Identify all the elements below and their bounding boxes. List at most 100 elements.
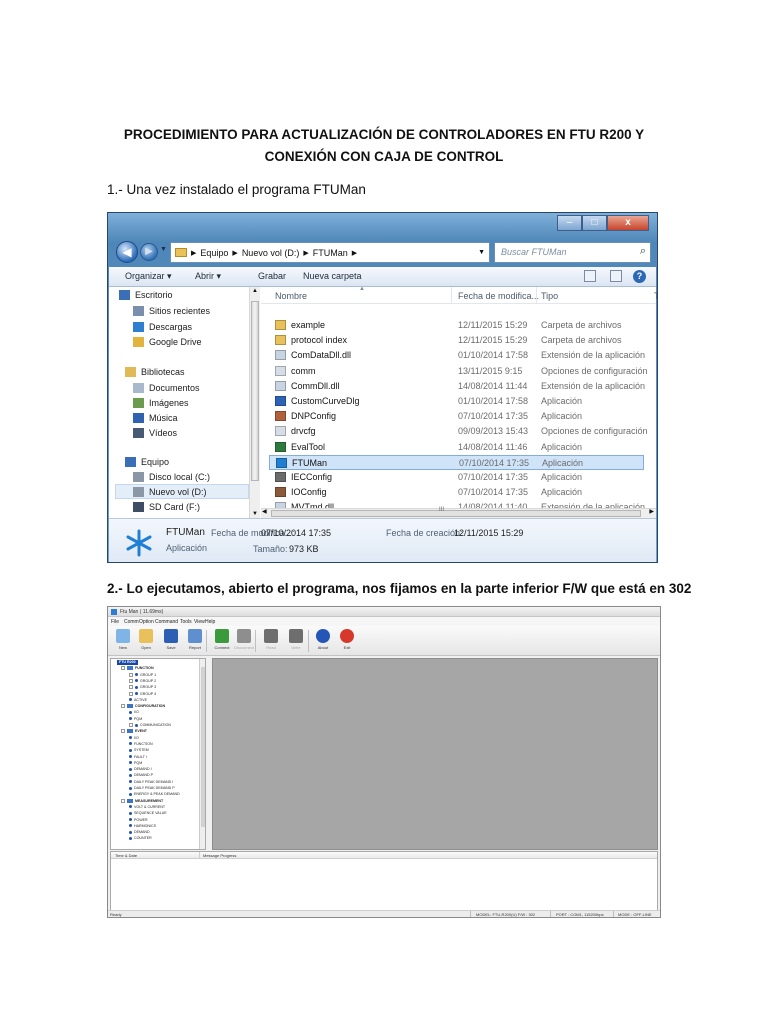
- tree-node[interactable]: MEASUREMENT: [121, 799, 163, 804]
- column-divider[interactable]: [199, 852, 200, 859]
- column-type[interactable]: Tipo: [541, 291, 558, 301]
- history-dropdown-icon[interactable]: ▼: [160, 246, 167, 253]
- menu-help[interactable]: Help: [205, 619, 215, 625]
- tree-node[interactable]: HARMONICS: [129, 824, 156, 829]
- column-divider[interactable]: [536, 287, 537, 304]
- file-row[interactable]: drvcfg 09/09/2013 15:43 Opciones de config…: [269, 424, 648, 439]
- nav-scrollbar[interactable]: ▲ ▼: [249, 287, 260, 518]
- disconnect-button[interactable]: Disconnect: [233, 629, 255, 650]
- nav-item-computer[interactable]: Equipo: [125, 457, 169, 467]
- forward-button[interactable]: ▶: [140, 243, 158, 261]
- connect-button[interactable]: Connect: [211, 629, 233, 650]
- column-size[interactable]: Ta: [654, 291, 657, 301]
- expand-icon[interactable]: [129, 691, 133, 696]
- menu-view[interactable]: View: [194, 619, 205, 625]
- tree-node[interactable]: DEMAND P: [129, 773, 153, 778]
- maximize-button[interactable]: □: [582, 215, 607, 231]
- expand-icon[interactable]: [129, 678, 133, 683]
- menu-command[interactable]: Command: [155, 619, 178, 625]
- exit-button[interactable]: Exit: [336, 629, 358, 650]
- expand-icon[interactable]: [129, 723, 133, 728]
- minimize-button[interactable]: –: [557, 215, 582, 231]
- nav-item-libraries[interactable]: Bibliotecas: [125, 367, 185, 377]
- scroll-left-icon[interactable]: ◀: [262, 508, 267, 515]
- file-row[interactable]: IECConfig 07/10/2014 17:35 Aplicación: [269, 470, 644, 485]
- expand-icon[interactable]: [129, 685, 133, 690]
- tree-node[interactable]: GROUP 3: [129, 685, 156, 690]
- file-row[interactable]: CommDll.dll 14/08/2014 11:44 Extensión de …: [269, 379, 645, 394]
- scroll-thumb[interactable]: [201, 667, 205, 827]
- new-folder-button[interactable]: Nueva carpeta: [303, 271, 362, 281]
- file-row[interactable]: CustomCurveDlg 01/10/2014 17:58 Aplicación: [269, 394, 644, 409]
- open-button[interactable]: Abrir ▾: [195, 271, 221, 282]
- column-name[interactable]: Nombre: [275, 291, 307, 301]
- save-button[interactable]: Save: [160, 629, 182, 650]
- tree-node[interactable]: CONFIGURATION: [121, 704, 165, 709]
- file-row[interactable]: FTUMan 07/10/2014 17:35 Aplicación: [269, 454, 644, 470]
- preview-pane-icon[interactable]: [610, 270, 622, 282]
- view-options-icon[interactable]: [584, 270, 596, 282]
- file-row[interactable]: EvalTool 14/08/2014 11:46 Aplicación: [269, 440, 644, 455]
- tree-node[interactable]: FTU R200: [117, 660, 138, 665]
- nav-item-images[interactable]: Imágenes: [133, 398, 189, 408]
- tree-node[interactable]: FUNCTION: [129, 742, 153, 747]
- tree-node[interactable]: COMMUNICATION: [129, 723, 171, 728]
- tree-node[interactable]: DEMAND: [129, 830, 150, 835]
- tree-node[interactable]: FUNCTION: [121, 666, 154, 671]
- file-row[interactable]: protocol index 12/11/2015 15:29 Carpeta de…: [269, 333, 644, 348]
- tree-node[interactable]: SEQUENCE VALUE: [129, 811, 167, 816]
- log-column-time[interactable]: Time & Date: [115, 853, 137, 858]
- tree-node[interactable]: GROUP 2: [129, 679, 156, 684]
- tree-node[interactable]: I/O: [129, 710, 139, 715]
- file-row[interactable]: IOConfig 07/10/2014 17:35 Aplicación: [269, 485, 644, 500]
- tree-node[interactable]: ACTIVE: [129, 698, 147, 703]
- breadcrumb-nuevo-vol[interactable]: Nuevo vol (D:): [242, 248, 300, 258]
- back-button[interactable]: ◀: [116, 241, 138, 263]
- tree-node[interactable]: VOLT & CURRENT: [129, 805, 165, 810]
- read-button[interactable]: Read: [260, 629, 282, 650]
- nav-item-documents[interactable]: Documentos: [133, 383, 200, 393]
- tree-node[interactable]: EVENT: [121, 729, 147, 734]
- tree-node[interactable]: FAULT I: [129, 755, 147, 760]
- expand-icon[interactable]: [121, 729, 125, 734]
- menu-option[interactable]: Option: [139, 619, 154, 625]
- address-bar[interactable]: ▶ Equipo ▶ Nuevo vol (D:) ▶ FTUMan ▶ ▼: [170, 242, 490, 263]
- help-icon[interactable]: ?: [633, 270, 646, 283]
- chevron-down-icon[interactable]: ▼: [478, 249, 485, 256]
- horizontal-scrollbar[interactable]: ◀ III ▶: [261, 507, 656, 518]
- log-column-message[interactable]: Message Progress: [203, 853, 236, 858]
- breadcrumb-equipo[interactable]: Equipo: [200, 248, 228, 258]
- tree-node[interactable]: PQM: [129, 717, 142, 722]
- search-input[interactable]: Buscar FTUMan ⌕: [494, 242, 651, 263]
- column-divider[interactable]: [451, 287, 452, 304]
- tree-node[interactable]: SYSTEM: [129, 748, 149, 753]
- tree-node[interactable]: DEMAND I: [129, 767, 152, 772]
- tree-node[interactable]: GROUP 4: [129, 692, 156, 697]
- nav-item-google-drive[interactable]: Google Drive: [133, 337, 202, 347]
- scroll-up-icon[interactable]: ▲: [252, 288, 258, 294]
- menu-tools[interactable]: Tools: [180, 619, 192, 625]
- burn-button[interactable]: Grabar: [258, 271, 286, 281]
- expand-icon[interactable]: [129, 672, 133, 677]
- nav-item-drive-c[interactable]: Disco local (C:): [133, 472, 210, 482]
- scroll-right-icon[interactable]: ▶: [649, 508, 654, 515]
- expand-icon[interactable]: [121, 704, 125, 709]
- scroll-thumb[interactable]: [251, 301, 259, 481]
- expand-icon[interactable]: [121, 666, 125, 671]
- tree-node[interactable]: PQM: [129, 761, 142, 766]
- about-button[interactable]: About: [312, 629, 334, 650]
- menu-comm[interactable]: Comm: [124, 619, 139, 625]
- scroll-down-icon[interactable]: ▼: [252, 511, 258, 517]
- breadcrumb-ftuman[interactable]: FTUMan: [313, 248, 348, 258]
- nav-item-desktop[interactable]: Escritorio: [119, 290, 173, 300]
- tree-node[interactable]: DAILY PEAK DEMAND I: [129, 780, 173, 785]
- file-row[interactable]: DNPConfig 07/10/2014 17:35 Aplicación: [269, 409, 644, 424]
- nav-item-videos[interactable]: Vídeos: [133, 428, 177, 438]
- scroll-thumb[interactable]: [271, 510, 641, 517]
- open-button[interactable]: Open: [135, 629, 157, 650]
- tree-scrollbar[interactable]: [199, 659, 205, 849]
- file-row[interactable]: example 12/11/2015 15:29 Carpeta de archiv…: [269, 318, 644, 333]
- nav-item-sd-card[interactable]: SD Card (F:): [133, 502, 200, 512]
- organize-button[interactable]: Organizar ▾: [125, 271, 172, 282]
- tree-node[interactable]: GROUP 1: [129, 673, 156, 678]
